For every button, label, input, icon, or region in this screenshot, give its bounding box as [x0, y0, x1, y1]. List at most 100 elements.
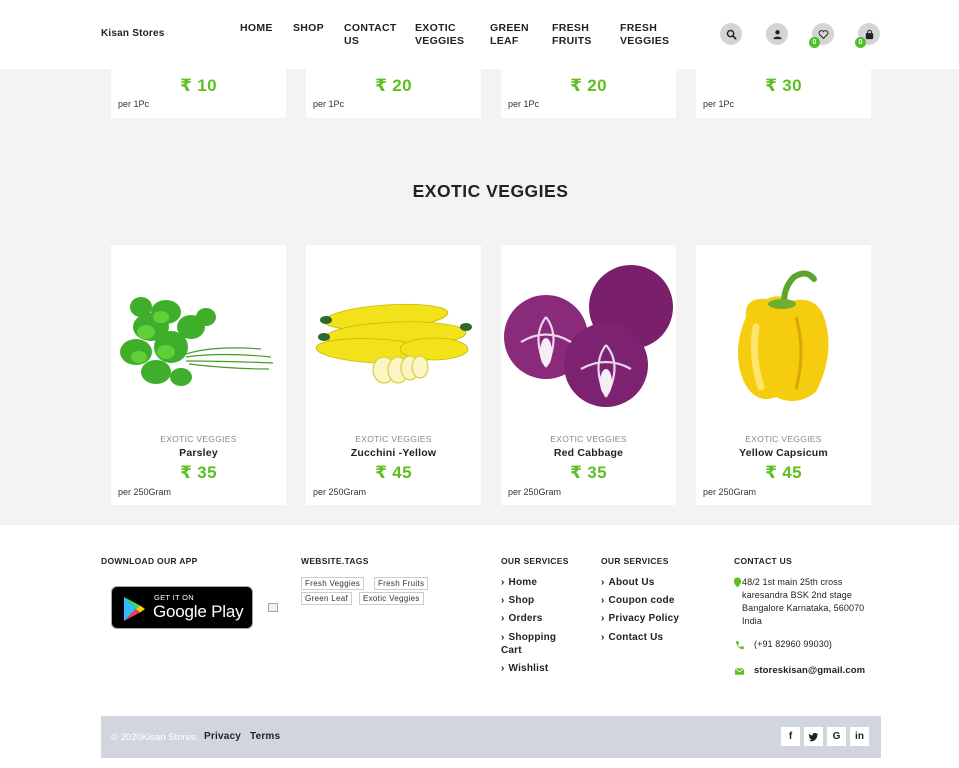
product-unit: per 250Gram — [118, 487, 172, 497]
privacy-link[interactable]: Privacy — [204, 731, 241, 742]
product-category: EXOTIC VEGGIES — [745, 434, 822, 444]
product-card[interactable]: ₹ 10 per 1Pc — [111, 69, 286, 118]
google-button[interactable]: G — [827, 727, 846, 746]
wishlist-button[interactable]: 0 — [809, 23, 834, 48]
gplay-big-text: Google Play — [153, 602, 244, 621]
product-unit: per 250Gram — [703, 487, 757, 497]
email-address[interactable]: storeskisan@gmail.com — [754, 664, 865, 677]
product-card[interactable]: ₹ 30 per 1Pc — [696, 69, 871, 118]
tag-green-leaf[interactable]: Green Leaf — [301, 592, 353, 605]
zucchini-image[interactable] — [306, 257, 481, 417]
nav-contact-line1: CONTACT — [344, 22, 397, 34]
address-line: Bangalore Karnataka, 560070 — [742, 603, 865, 613]
product-card[interactable]: EXOTIC VEGGIES Parsley ₹ 35 per 250Gram — [111, 245, 286, 505]
footer-link-coupon-code[interactable]: › Coupon code — [601, 594, 675, 607]
nav-home[interactable]: HOME — [240, 22, 273, 35]
product-unit: per 250Gram — [508, 487, 562, 497]
search-icon — [726, 29, 736, 39]
envelope-icon — [734, 667, 745, 675]
chevron-right-icon: › — [501, 663, 505, 674]
footer-link-home[interactable]: › Home — [501, 576, 537, 589]
footer-link-label: Shop — [508, 595, 535, 606]
nav-veggies-line2: VEGGIES — [620, 35, 670, 47]
tag-fresh-fruits[interactable]: Fresh Fruits — [374, 577, 429, 590]
product-category: EXOTIC VEGGIES — [550, 434, 627, 444]
product-name[interactable]: Parsley — [111, 447, 286, 459]
footer-link-orders[interactable]: › Orders — [501, 612, 543, 625]
product-price: ₹ 20 — [570, 76, 607, 95]
nav-contact-line2: US — [344, 35, 360, 47]
chevron-right-icon: › — [601, 632, 605, 643]
product-unit: per 1Pc — [313, 99, 345, 109]
nav-fresh-fruits[interactable]: FRESH FRUITS — [552, 22, 592, 48]
nav-contact-us[interactable]: CONTACT US — [344, 22, 397, 48]
chevron-right-icon: › — [501, 632, 505, 643]
nav-green-leaf[interactable]: GREEN LEAF — [490, 22, 529, 48]
footer-link-shop[interactable]: › Shop — [501, 594, 534, 607]
product-price: ₹ 20 — [375, 76, 412, 95]
contact-heading: CONTACT US — [734, 556, 793, 566]
nav-green-line1: GREEN — [490, 22, 529, 34]
products-area: ₹ 10 per 1Pc ₹ 20 per 1Pc ₹ 20 per 1Pc ₹… — [0, 69, 959, 525]
footer-link-label: Orders — [508, 613, 543, 624]
cart-button[interactable]: 0 — [855, 23, 880, 48]
section-title: EXOTIC VEGGIES — [412, 181, 569, 201]
facebook-icon: f — [788, 731, 793, 742]
phone-number[interactable]: (+91 82960 99030) — [754, 638, 832, 651]
product-card[interactable]: ₹ 20 per 1Pc — [306, 69, 481, 118]
nav-exotic-line1: EXOTIC — [415, 22, 456, 34]
footer-link-privacy-policy[interactable]: › Privacy Policy — [601, 612, 679, 625]
product-unit: per 250Gram — [313, 487, 367, 497]
brand-logo[interactable]: Kisan Stores — [101, 28, 165, 39]
product-card[interactable]: EXOTIC VEGGIES Red Cabbage ₹ 35 per 250G… — [501, 245, 676, 505]
product-price: ₹ 45 — [765, 463, 802, 482]
footer-link-label: Shopping — [508, 632, 557, 643]
website-tags-heading: WEBSITE.TAGS — [301, 556, 369, 566]
facebook-button[interactable]: f — [781, 727, 800, 746]
footer-link-contact-us[interactable]: › Contact Us — [601, 631, 663, 644]
footer-link-shopping-cart[interactable]: › Shopping Cart — [501, 631, 556, 657]
parsley-image[interactable] — [111, 257, 286, 417]
product-unit: per 1Pc — [118, 99, 150, 109]
search-button[interactable] — [720, 23, 742, 45]
footer-link-wishlist[interactable]: › Wishlist — [501, 662, 548, 675]
google-play-badge[interactable]: GET IT ON Google Play — [111, 586, 253, 629]
nav-fruits-line1: FRESH — [552, 22, 590, 34]
product-unit: per 1Pc — [703, 99, 735, 109]
nav-fresh-veggies[interactable]: FRESH VEGGIES — [620, 22, 669, 48]
nav-shop-label: SHOP — [293, 22, 324, 34]
product-price: ₹ 35 — [570, 463, 607, 482]
address-line: karesandra BSK 2nd stage — [742, 590, 852, 600]
google-icon: G — [832, 731, 841, 742]
tag-fresh-veggies[interactable]: Fresh Veggies — [301, 577, 365, 590]
chevron-right-icon: › — [501, 595, 505, 606]
account-button[interactable] — [766, 23, 788, 45]
nav-veggies-line1: FRESH — [620, 22, 658, 34]
nav-home-label: HOME — [240, 22, 273, 34]
yellow-capsicum-image[interactable] — [696, 257, 871, 417]
product-price: ₹ 30 — [765, 76, 802, 95]
shopping-bag-icon — [865, 29, 873, 39]
twitter-button[interactable]: t — [804, 727, 823, 746]
twitter-icon — [808, 732, 819, 742]
services-heading: OUR SERVICES — [501, 556, 569, 566]
product-name[interactable]: Yellow Capsicum — [696, 447, 871, 459]
product-card[interactable]: EXOTIC VEGGIES Yellow Capsicum ₹ 45 per … — [696, 245, 871, 505]
footer-link-label: Contact Us — [608, 632, 664, 643]
product-price: ₹ 45 — [375, 463, 412, 482]
nav-shop[interactable]: SHOP — [293, 22, 324, 35]
wishlist-count-badge: 0 — [809, 37, 820, 48]
tag-exotic-veggies[interactable]: Exotic Veggies — [359, 592, 424, 605]
red-cabbage-image[interactable] — [501, 257, 676, 417]
address-line: India — [742, 616, 763, 626]
terms-link[interactable]: Terms — [250, 731, 280, 742]
product-card[interactable]: ₹ 20 per 1Pc — [501, 69, 676, 118]
footer-link-about-us[interactable]: › About Us — [601, 576, 655, 589]
product-card[interactable]: EXOTIC VEGGIES Zucchini -Yellow ₹ 45 per… — [306, 245, 481, 505]
download-app-heading: DOWNLOAD OUR APP — [101, 556, 198, 566]
nav-exotic-veggies[interactable]: EXOTIC VEGGIES — [415, 22, 464, 48]
footer-link-label: About Us — [608, 577, 655, 588]
linkedin-button[interactable]: in — [850, 727, 869, 746]
product-name[interactable]: Zucchini -Yellow — [306, 447, 481, 459]
product-name[interactable]: Red Cabbage — [501, 447, 676, 459]
